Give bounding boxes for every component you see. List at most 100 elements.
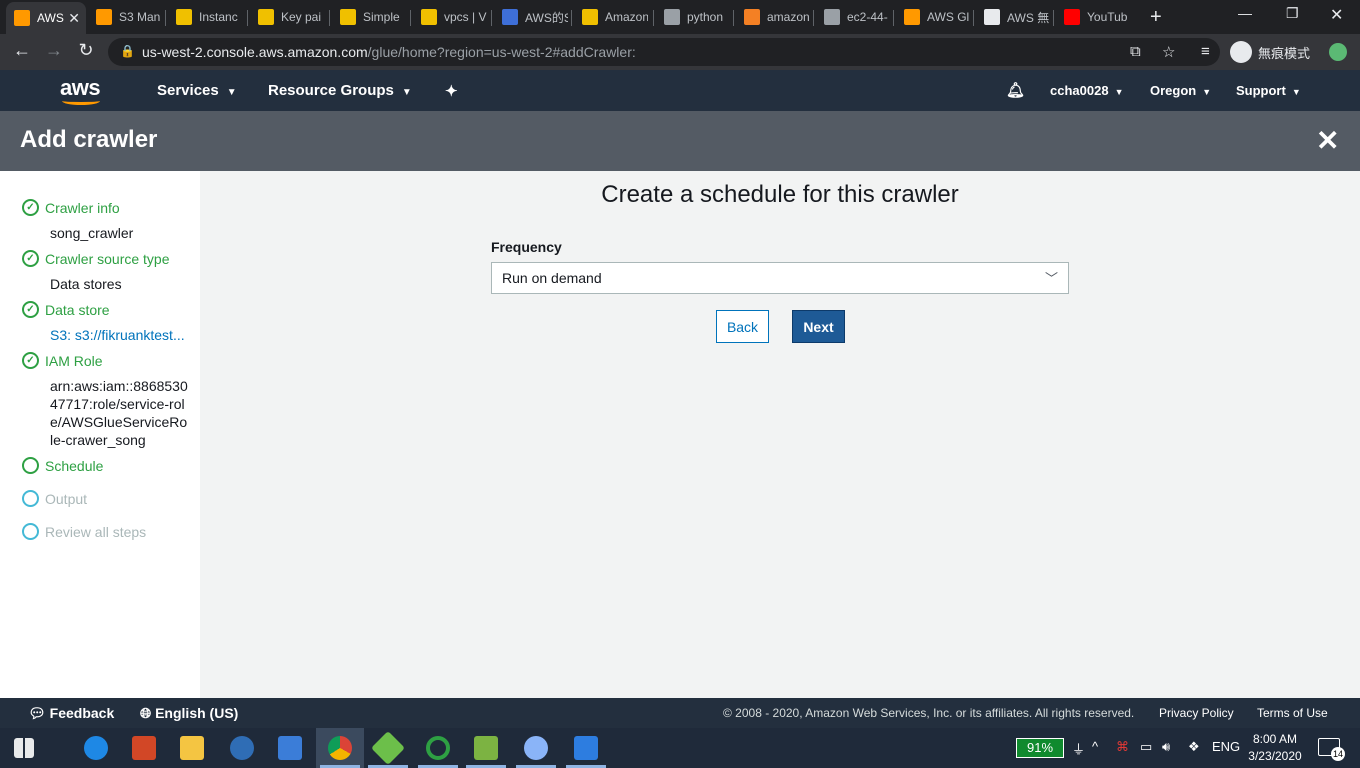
- volume-icon[interactable]: 🔊︎: [1162, 739, 1170, 755]
- update-icon[interactable]: [1329, 43, 1347, 61]
- close-icon[interactable]: ✕: [1316, 124, 1339, 157]
- wps-icon[interactable]: [574, 736, 598, 760]
- tab-separator: [247, 10, 248, 26]
- aws-box-icon: [340, 9, 356, 25]
- region-menu[interactable]: Oregon ▼: [1150, 83, 1211, 98]
- aws-box-icon: [258, 9, 274, 25]
- step-value: song_crawler: [50, 225, 134, 241]
- tab-separator: [653, 10, 654, 26]
- tab-title: AWS Gl: [927, 10, 970, 24]
- tool-icon[interactable]: [371, 731, 405, 765]
- step-output[interactable]: Output: [22, 490, 87, 507]
- incognito-label: 無痕模式: [1258, 45, 1311, 61]
- support-label: Support: [1236, 83, 1286, 98]
- step-value-link[interactable]: S3: s3://fikruanktest...: [50, 326, 190, 344]
- tab-close-icon[interactable]: ✕: [68, 10, 80, 27]
- terms-of-use-link[interactable]: Terms of Use: [1257, 706, 1328, 720]
- account-label: ccha0028: [1050, 83, 1109, 98]
- browser-tab[interactable]: Instanc: [168, 4, 242, 30]
- support-menu[interactable]: Support ▼: [1236, 83, 1301, 98]
- next-button[interactable]: Next: [792, 310, 845, 343]
- pin-icon[interactable]: ✦: [445, 82, 458, 100]
- browser-tab[interactable]: Amazon: [574, 4, 648, 30]
- battery-indicator[interactable]: 91%: [1016, 738, 1064, 758]
- chevron-down-icon: ▼: [1202, 87, 1212, 97]
- r-icon[interactable]: [230, 736, 254, 760]
- browser-tab[interactable]: Simple: [332, 4, 406, 30]
- powerpoint-icon[interactable]: [132, 736, 156, 760]
- language-indicator[interactable]: ENG: [1212, 739, 1240, 754]
- new-tab-button[interactable]: +: [1150, 6, 1162, 29]
- windows-start-icon[interactable]: [14, 738, 34, 758]
- chevron-down-icon: ﹀: [1044, 271, 1058, 286]
- browser-tab[interactable]: AWS Gl: [896, 4, 970, 30]
- step-crawler-source-type[interactable]: ✓ Crawler source type: [22, 250, 170, 267]
- browser-tab[interactable]: AWS的S: [494, 4, 568, 30]
- step-review[interactable]: Review all steps: [22, 523, 146, 540]
- step-crawler-info[interactable]: ✓ Crawler info: [22, 199, 120, 216]
- services-menu[interactable]: Services ▼: [157, 82, 237, 99]
- browser-tab[interactable]: Key pai: [250, 4, 324, 30]
- frequency-value: Run on demand: [502, 270, 602, 286]
- step-schedule[interactable]: Schedule: [22, 457, 103, 474]
- restore-button[interactable]: ❐: [1286, 5, 1299, 22]
- edge-icon[interactable]: [84, 736, 108, 760]
- bell-icon[interactable]: 🔔︎: [1006, 81, 1025, 99]
- frequency-select[interactable]: Run on demand ﹀: [491, 262, 1069, 294]
- minimize-button[interactable]: —: [1238, 5, 1252, 21]
- store-icon[interactable]: [278, 736, 302, 760]
- clock[interactable]: 8:00 AM 3/23/2020: [1240, 731, 1310, 765]
- tab-title: YouTub: [1087, 10, 1128, 24]
- tab-separator: [410, 10, 411, 26]
- chevron-up-icon[interactable]: ^: [1092, 739, 1098, 754]
- circle-icon: [22, 457, 39, 474]
- sync-icon[interactable]: [426, 736, 450, 760]
- file-explorer-icon[interactable]: [180, 736, 204, 760]
- battery-tray-icon[interactable]: ▭: [1140, 739, 1152, 755]
- media-control-icon[interactable]: ≡: [1201, 43, 1210, 60]
- step-value: Data stores: [50, 276, 122, 292]
- aws-box-icon: [176, 9, 192, 25]
- page-header: Add crawler: [0, 111, 1360, 171]
- feedback-link[interactable]: 💬︎ Feedback: [28, 705, 114, 722]
- tab-title: S3 Man: [119, 10, 161, 24]
- browser-tab[interactable]: ec2-44-: [816, 4, 890, 30]
- translate-icon[interactable]: ⧉: [1130, 43, 1141, 60]
- window-close-button[interactable]: ✕: [1330, 5, 1343, 25]
- region-label: Oregon: [1150, 83, 1197, 98]
- forward-arrow-icon[interactable]: →: [42, 40, 66, 61]
- services-label: Services: [157, 82, 219, 99]
- paint-icon[interactable]: [524, 736, 548, 760]
- bookmark-star-icon[interactable]: ☆: [1162, 43, 1175, 61]
- step-data-store[interactable]: ✓ Data store: [22, 301, 110, 318]
- browser-tab[interactable]: python: [656, 4, 730, 30]
- aws-smile-logo: [62, 97, 100, 105]
- browser-tab[interactable]: YouTub: [1056, 4, 1130, 30]
- account-menu[interactable]: ccha0028 ▼: [1050, 83, 1123, 98]
- incognito-indicator[interactable]: 無痕模式: [1230, 38, 1310, 66]
- step-iam-role[interactable]: ✓ IAM Role: [22, 352, 103, 369]
- reload-icon[interactable]: ↻: [74, 40, 98, 61]
- power-plug-icon[interactable]: ⏚: [1072, 739, 1085, 758]
- main-content: Create a schedule for this crawler Frequ…: [200, 171, 1360, 698]
- browser-tab[interactable]: amazon: [736, 4, 810, 30]
- browser-tab[interactable]: vpcs | V: [413, 4, 487, 30]
- address-bar[interactable]: 🔒 us-west-2.console.aws.amazon.com/glue/…: [108, 38, 1220, 66]
- language-selector[interactable]: 🌐︎ English (US): [140, 705, 238, 722]
- tab-title: vpcs | V: [444, 10, 487, 24]
- copyright-text: © 2008 - 2020, Amazon Web Services, Inc.…: [723, 706, 1135, 720]
- back-arrow-icon[interactable]: ←: [10, 40, 34, 61]
- back-button[interactable]: Back: [716, 310, 769, 343]
- browser-tab[interactable]: AWS ✕: [6, 2, 86, 34]
- browser-tab[interactable]: AWS 無: [976, 4, 1050, 30]
- notification-icon[interactable]: 14: [1318, 738, 1345, 761]
- clock-time: 8:00 AM: [1252, 732, 1298, 746]
- privacy-policy-link[interactable]: Privacy Policy: [1159, 706, 1234, 720]
- browser-tab[interactable]: S3 Man: [88, 4, 162, 30]
- dropbox-icon[interactable]: ❖: [1188, 739, 1200, 755]
- chrome-icon[interactable]: [328, 736, 352, 760]
- chevron-down-icon: ▼: [1291, 87, 1301, 97]
- resource-groups-menu[interactable]: Resource Groups ▼: [268, 82, 412, 99]
- acrobat-icon[interactable]: ⌘: [1116, 739, 1129, 755]
- chart-app-icon[interactable]: [474, 736, 498, 760]
